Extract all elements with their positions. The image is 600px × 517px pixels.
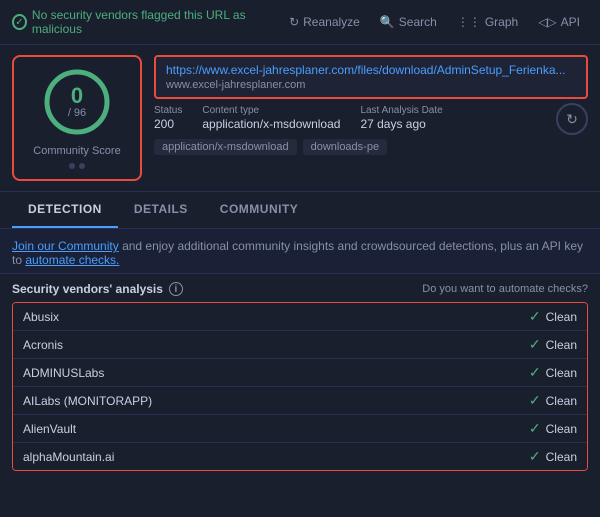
meta-row: Status 200 Content type application/x-ms…: [154, 105, 443, 131]
analysis-header: Security vendors' analysis i Do you want…: [12, 282, 588, 296]
vendor-name: Acronis: [23, 338, 63, 352]
search-icon: 🔍: [380, 15, 395, 29]
url-box: https://www.excel-jahresplaner.com/files…: [154, 55, 588, 99]
analysis-title: Security vendors' analysis i: [12, 282, 183, 296]
vendor-name: AlienVault: [23, 422, 76, 436]
reanalyze-icon: ↻: [289, 15, 299, 29]
search-button[interactable]: 🔍 Search: [372, 11, 445, 33]
tag-msdownload[interactable]: application/x-msdownload: [154, 139, 297, 155]
dot-1: [69, 163, 75, 169]
table-row: alphaMountain.ai ✓ Clean: [13, 443, 587, 470]
check-icon: ✓: [529, 420, 541, 437]
score-text: 0 / 96: [68, 85, 86, 119]
table-row: Acronis ✓ Clean: [13, 331, 587, 359]
top-bar: ✓ No security vendors flagged this URL a…: [0, 0, 600, 45]
check-icon: ✓: [529, 308, 541, 325]
vendor-name: alphaMountain.ai: [23, 450, 114, 464]
vendor-status: ✓ Clean: [529, 364, 577, 381]
score-card: 0 / 96 Community Score: [12, 55, 142, 181]
community-text: Join our Community and enjoy additional …: [12, 239, 588, 267]
main-content: 0 / 96 Community Score https://www.excel…: [0, 45, 600, 192]
graph-button[interactable]: ⋮⋮ Graph: [449, 11, 526, 33]
refresh-button[interactable]: ↻: [556, 103, 588, 135]
vendor-status-label: Clean: [546, 310, 577, 324]
vendor-status: ✓ Clean: [529, 336, 577, 353]
score-number: 0: [68, 85, 86, 107]
score-circle: 0 / 96: [42, 67, 112, 137]
table-row: ADMINUSLabs ✓ Clean: [13, 359, 587, 387]
content-type-value: application/x-msdownload: [202, 117, 340, 131]
score-dots: [69, 163, 85, 169]
automate-checks-link[interactable]: automate checks.: [25, 253, 119, 267]
meta-last-analysis: Last Analysis Date 27 days ago: [360, 105, 442, 131]
vendor-name: Abusix: [23, 310, 59, 324]
vendor-name: ADMINUSLabs: [23, 366, 104, 380]
vendor-status-label: Clean: [546, 366, 577, 380]
status-label: Status: [154, 105, 182, 116]
check-icon: ✓: [529, 364, 541, 381]
vendor-status-label: Clean: [546, 394, 577, 408]
table-row: Abusix ✓ Clean: [13, 303, 587, 331]
tab-detection[interactable]: DETECTION: [12, 192, 118, 228]
top-actions: ↻ Reanalyze 🔍 Search ⋮⋮ Graph ◁▷ API: [281, 11, 588, 33]
check-icon: ✓: [529, 392, 541, 409]
safe-badge: ✓ No security vendors flagged this URL a…: [12, 8, 275, 36]
table-row: AlienVault ✓ Clean: [13, 415, 587, 443]
score-denom: / 96: [68, 107, 86, 119]
api-icon: ◁▷: [538, 15, 556, 29]
safe-icon: ✓: [12, 14, 27, 30]
last-analysis-label: Last Analysis Date: [360, 105, 442, 116]
content-type-label: Content type: [202, 105, 340, 116]
vendor-status-label: Clean: [546, 338, 577, 352]
url-domain: www.excel-jahresplaner.com: [166, 79, 576, 91]
vendor-list: Abusix ✓ Clean Acronis ✓ Clean ADMINUSLa…: [12, 302, 588, 471]
url-section: https://www.excel-jahresplaner.com/files…: [154, 55, 588, 181]
meta-content-type: Content type application/x-msdownload: [202, 105, 340, 131]
automate-text: Do you want to automate checks?: [422, 283, 588, 295]
graph-icon: ⋮⋮: [457, 15, 481, 29]
vendor-status: ✓ Clean: [529, 420, 577, 437]
url-text[interactable]: https://www.excel-jahresplaner.com/files…: [166, 63, 576, 77]
vendor-status: ✓ Clean: [529, 308, 577, 325]
reanalyze-button[interactable]: ↻ Reanalyze: [281, 11, 368, 33]
tabs: DETECTION DETAILS COMMUNITY: [0, 192, 600, 229]
meta-status: Status 200: [154, 105, 182, 131]
analysis-section: Security vendors' analysis i Do you want…: [0, 274, 600, 479]
api-button[interactable]: ◁▷ API: [530, 11, 588, 33]
check-icon: ✓: [529, 336, 541, 353]
dot-2: [79, 163, 85, 169]
tab-community[interactable]: COMMUNITY: [204, 192, 315, 228]
check-icon: ✓: [529, 448, 541, 465]
vendor-status-label: Clean: [546, 422, 577, 436]
tag-downloads-pe[interactable]: downloads-pe: [303, 139, 388, 155]
community-banner: Join our Community and enjoy additional …: [0, 229, 600, 274]
info-icon[interactable]: i: [169, 282, 183, 296]
vendor-status-label: Clean: [546, 450, 577, 464]
score-label: Community Score: [33, 145, 120, 157]
join-community-link[interactable]: Join our Community: [12, 239, 119, 253]
vendor-status: ✓ Clean: [529, 392, 577, 409]
vendor-name: AILabs (MONITORAPP): [23, 394, 152, 408]
safe-message: No security vendors flagged this URL as …: [32, 8, 275, 36]
vendor-status: ✓ Clean: [529, 448, 577, 465]
tags-row: application/x-msdownload downloads-pe: [154, 139, 443, 155]
last-analysis-value: 27 days ago: [360, 117, 425, 131]
status-value: 200: [154, 117, 174, 131]
table-row: AILabs (MONITORAPP) ✓ Clean: [13, 387, 587, 415]
tab-details[interactable]: DETAILS: [118, 192, 204, 228]
